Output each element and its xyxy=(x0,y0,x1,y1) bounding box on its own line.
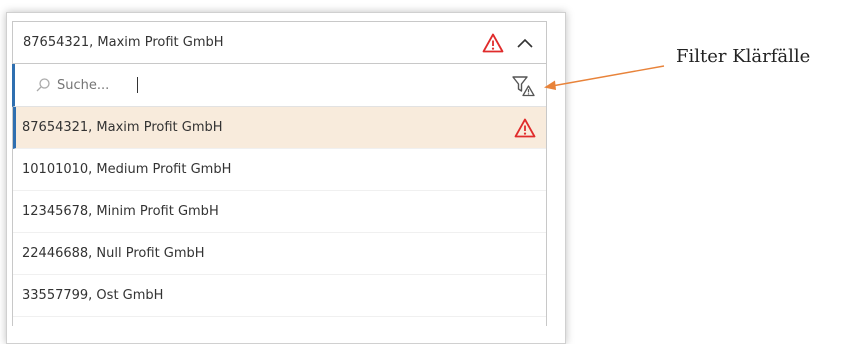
warning-icon xyxy=(482,33,504,52)
warning-icon xyxy=(514,118,536,137)
dropdown-list: 87654321, Maxim Profit GmbH 10101010, Me… xyxy=(12,63,547,326)
text-caret xyxy=(137,77,138,93)
callout-arrow xyxy=(544,65,665,90)
option-label: 12345678, Minim Profit GmbH xyxy=(22,204,219,219)
option-label: 33557799, Ost GmbH xyxy=(22,288,164,303)
company-select[interactable]: 87654321, Maxim Profit GmbH xyxy=(12,21,547,63)
option-label: 22446688, Null Profit GmbH xyxy=(22,246,205,261)
search-icon xyxy=(36,78,50,92)
list-item[interactable]: 12345678, Minim Profit GmbH xyxy=(13,191,546,233)
option-label: 87654321, Maxim Profit GmbH xyxy=(22,120,223,135)
list-item[interactable]: 10101010, Medium Profit GmbH xyxy=(13,149,546,191)
list-item[interactable]: 87654321, Maxim Profit GmbH xyxy=(13,107,546,149)
chevron-up-icon[interactable] xyxy=(516,37,534,49)
search-bar xyxy=(12,64,546,107)
list-item[interactable]: 22446688, Null Profit GmbH xyxy=(13,233,546,275)
search-input[interactable] xyxy=(57,77,137,93)
company-options: 87654321, Maxim Profit GmbH 10101010, Me… xyxy=(13,107,546,317)
filter-warning-icon[interactable] xyxy=(510,74,536,98)
callout-label: Filter Klärfälle xyxy=(676,46,811,67)
option-label: 10101010, Medium Profit GmbH xyxy=(22,162,232,177)
selected-company-value: 87654321, Maxim Profit GmbH xyxy=(23,35,224,50)
list-item[interactable]: 33557799, Ost GmbH xyxy=(13,275,546,317)
